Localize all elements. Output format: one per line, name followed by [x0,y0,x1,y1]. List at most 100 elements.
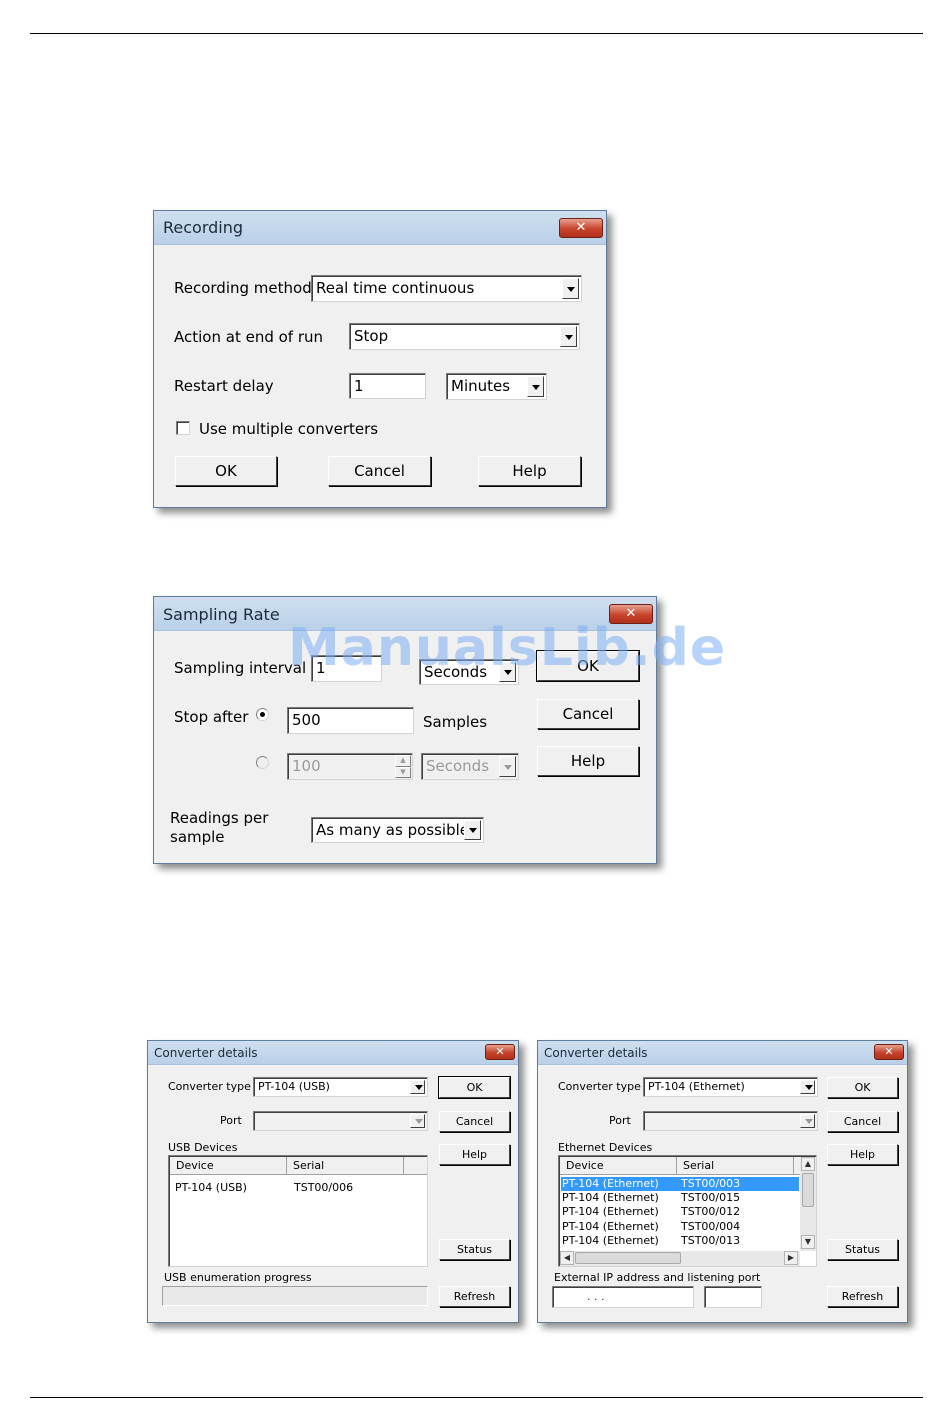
list-item[interactable]: PT-104 (Ethernet) TST00/004 [561,1220,799,1234]
close-icon[interactable]: ✕ [485,1044,515,1060]
recording-title: Recording [163,218,244,237]
time-unit-select[interactable]: Seconds [421,753,519,780]
top-rule [30,33,923,34]
column-header-serial[interactable]: Serial [287,1157,404,1175]
chevron-up-icon[interactable]: ▲ [801,1157,815,1171]
external-ip-label: External IP address and listening port [554,1271,761,1284]
chevron-down-icon[interactable]: ▼ [801,1235,815,1249]
restart-delay-input[interactable]: 1 [349,373,426,399]
help-button[interactable]: Help [478,456,581,486]
converter-details-usb-dialog: Converter details ✕ Converter type PT-10… [147,1040,519,1323]
device-cell: PT-104 (Ethernet) [562,1220,659,1233]
port-label: Port [220,1114,242,1127]
device-cell: PT-104 (USB) [175,1181,247,1194]
cancel-button[interactable]: Cancel [537,699,639,729]
ok-button[interactable]: OK [827,1077,898,1098]
port-select[interactable] [253,1111,428,1131]
horizontal-scrollbar[interactable]: ◀ ▶ [560,1251,800,1266]
serial-cell: TST00/004 [681,1220,741,1233]
chevron-down-icon[interactable] [464,820,481,840]
restart-unit-select[interactable]: Minutes [446,373,547,400]
refresh-button[interactable]: Refresh [439,1286,510,1307]
list-item[interactable]: PT-104 (Ethernet) TST00/003 [561,1177,799,1191]
converter-type-select[interactable]: PT-104 (Ethernet) [643,1077,818,1097]
ip-address-value: . . . [587,1290,605,1303]
restart-delay-label: Restart delay [174,377,274,395]
ok-button[interactable]: OK [175,456,277,486]
chevron-left-icon[interactable]: ◀ [560,1251,574,1265]
chevron-down-icon[interactable] [560,326,577,347]
list-item[interactable]: PT-104 (Ethernet) TST00/012 [561,1205,799,1219]
help-button[interactable]: Help [439,1144,510,1165]
sampling-interval-label: Sampling interval [174,659,307,677]
status-button[interactable]: Status [827,1239,898,1260]
stop-after-time-radio[interactable] [256,756,269,769]
samples-unit-label: Samples [423,713,488,731]
port-select[interactable] [643,1111,818,1131]
serial-cell: TST00/015 [681,1191,741,1204]
cancel-button[interactable]: Cancel [328,456,431,486]
usb-devices-label: USB Devices [168,1141,238,1154]
ethernet-devices-list[interactable]: Device Serial PT-104 (Ethernet) TST00/00… [558,1155,817,1267]
listening-port-input[interactable] [704,1286,762,1308]
vertical-scrollbar[interactable]: ▲ ▼ [800,1157,816,1251]
multiple-converters-checkbox[interactable] [176,421,190,435]
help-button[interactable]: Help [537,746,639,776]
status-button[interactable]: Status [439,1239,510,1260]
time-duration-input[interactable]: 100 ▲ ▼ [287,753,413,780]
close-icon[interactable]: ✕ [559,218,603,238]
action-end-label: Action at end of run [174,328,324,346]
chevron-down-icon[interactable] [410,1114,425,1128]
time-duration-value: 100 [292,757,321,775]
recording-method-select[interactable]: Real time continuous [311,275,582,302]
ip-address-input[interactable]: . . . [552,1286,694,1308]
chevron-down-icon[interactable]: ▼ [395,766,411,778]
restart-delay-value: 1 [354,377,364,395]
port-label: Port [609,1114,631,1127]
usb-enumeration-progress [162,1286,428,1306]
readings-per-sample-select[interactable]: As many as possible [311,817,484,843]
chevron-down-icon[interactable] [562,278,579,299]
close-icon[interactable]: ✕ [874,1044,904,1060]
column-header-blank [404,1157,427,1175]
samples-input[interactable]: 500 [287,707,414,734]
action-end-select[interactable]: Stop [349,323,580,350]
list-item[interactable]: PT-104 (Ethernet) TST00/013 [561,1234,799,1248]
column-header-serial[interactable]: Serial [677,1157,794,1175]
usb-devices-list[interactable]: Device Serial PT-104 (USB) TST00/006 [168,1155,428,1267]
spinner[interactable]: ▲ ▼ [395,755,411,778]
device-cell: PT-104 (Ethernet) [562,1177,659,1190]
list-item[interactable]: PT-104 (Ethernet) TST00/015 [561,1191,799,1205]
scroll-thumb[interactable] [575,1252,681,1264]
refresh-button[interactable]: Refresh [827,1286,898,1307]
converter-type-label: Converter type [558,1080,641,1093]
device-cell: PT-104 (Ethernet) [562,1234,659,1247]
chevron-down-icon[interactable] [499,756,516,777]
help-button[interactable]: Help [827,1144,898,1165]
column-header-device[interactable]: Device [170,1157,287,1175]
cancel-button[interactable]: Cancel [827,1111,898,1132]
column-header-device[interactable]: Device [560,1157,677,1175]
list-item[interactable]: PT-104 (USB) TST00/006 [171,1181,425,1195]
stop-after-samples-radio[interactable] [256,708,269,721]
scroll-thumb[interactable] [802,1173,814,1207]
chevron-down-icon[interactable] [800,1080,815,1094]
ok-button[interactable]: OK [438,1076,511,1099]
chevron-down-icon[interactable] [527,376,544,397]
ethernet-devices-label: Ethernet Devices [558,1141,653,1154]
recording-method-label: Recording method [174,279,312,297]
chevron-down-icon[interactable] [410,1080,425,1094]
recording-dialog: Recording ✕ Recording method Real time c… [153,210,607,508]
cancel-button[interactable]: Cancel [439,1111,510,1132]
converter-type-select[interactable]: PT-104 (USB) [253,1077,428,1097]
converter-type-value: PT-104 (Ethernet) [648,1080,745,1093]
chevron-right-icon[interactable]: ▶ [784,1251,798,1265]
chevron-down-icon[interactable] [800,1114,815,1128]
eth-title: Converter details [544,1046,648,1060]
readings-per-sample-label: Readings per sample [170,809,268,847]
serial-cell: TST00/006 [294,1181,354,1194]
chevron-up-icon[interactable]: ▲ [395,755,411,767]
usb-title: Converter details [154,1046,258,1060]
bottom-rule [30,1397,923,1398]
multiple-converters-label: Use multiple converters [199,420,379,438]
